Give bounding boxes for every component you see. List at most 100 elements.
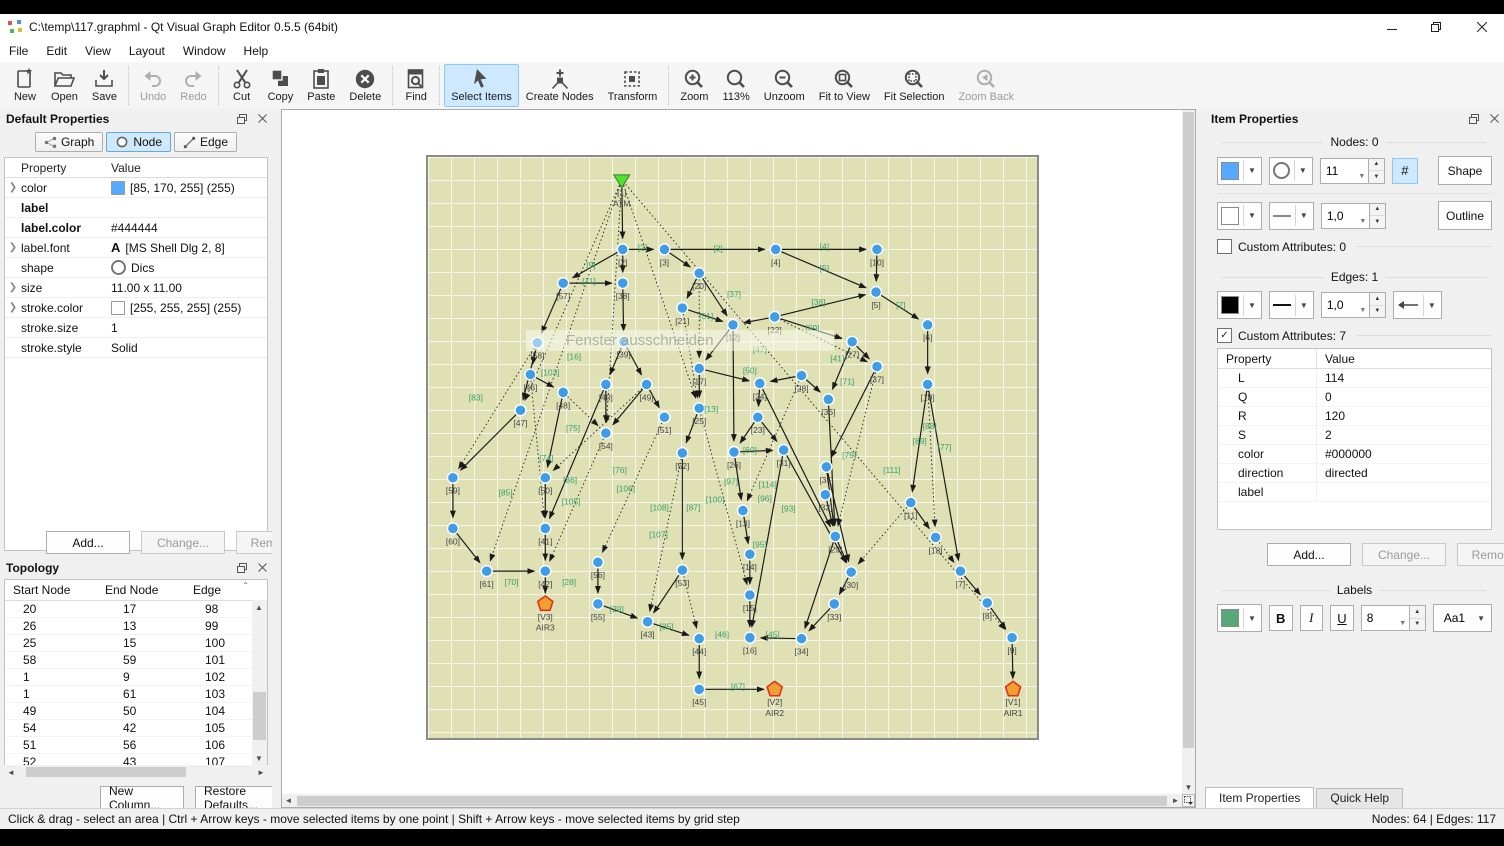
float-panel-icon[interactable] (236, 113, 248, 125)
topology-vertical-scrollbar[interactable]: ▲ ▼ (252, 600, 267, 765)
air-node-pentagon[interactable] (538, 596, 553, 610)
change-button[interactable]: Change... (141, 531, 225, 554)
graph-node[interactable] (641, 379, 652, 390)
graph-node[interactable] (830, 531, 841, 542)
edge-width-spinner[interactable]: 1,0▼ ▲▼ (1321, 292, 1386, 318)
graph-edge[interactable] (991, 608, 1006, 629)
new-column-button[interactable]: New Column... (100, 786, 184, 809)
topology-row[interactable]: 19102 (5, 669, 267, 686)
air-node-pentagon[interactable] (767, 681, 782, 695)
graph-node[interactable] (744, 590, 755, 601)
column-start-node[interactable]: Start Node (5, 583, 105, 597)
graph-edge[interactable] (858, 507, 907, 564)
copy-button[interactable]: Copy (261, 64, 301, 107)
menu-window[interactable]: Window (174, 42, 235, 60)
expand-icon[interactable]: ❯ (5, 302, 21, 313)
menu-view[interactable]: View (76, 42, 120, 60)
menu-layout[interactable]: Layout (120, 42, 174, 60)
close-panel-icon[interactable] (256, 113, 268, 125)
change-button[interactable]: Change... (1362, 543, 1446, 566)
graph-node[interactable] (744, 632, 755, 643)
graph-edge[interactable] (624, 185, 696, 397)
tab-graph[interactable]: Graph (35, 132, 103, 152)
left-splitter[interactable] (272, 109, 281, 808)
property-row[interactable]: stroke.size1 (5, 318, 267, 338)
graph-node[interactable] (617, 278, 628, 289)
custom-attributes-checkbox[interactable] (1217, 239, 1232, 254)
property-row[interactable]: shapeDics (5, 258, 267, 278)
graph-node[interactable] (737, 505, 748, 516)
graph-node[interactable] (872, 244, 883, 255)
node-outline-style-dropdown[interactable]: ▼ (1269, 202, 1314, 230)
graph-area[interactable]: [1]ATM[2][3][4][10][57][38][20][5][21][2… (426, 155, 1039, 740)
close-button[interactable] (1459, 14, 1504, 40)
attribute-row[interactable]: directiondirected (1218, 464, 1491, 483)
graph-node[interactable] (481, 566, 492, 577)
attribute-row[interactable]: color#000000 (1218, 445, 1491, 464)
node-shape-dropdown[interactable]: ▼ (1269, 157, 1313, 185)
delete-button[interactable]: Delete (342, 64, 388, 107)
topology-row[interactable]: 201798 (5, 601, 267, 618)
attribute-row[interactable]: label (1218, 483, 1491, 502)
column-end-node[interactable]: End Node (105, 583, 193, 597)
topology-row[interactable]: 5156106 (5, 737, 267, 754)
graph-node[interactable] (677, 448, 688, 459)
property-row[interactable]: label.color#444444 (5, 218, 267, 238)
graph-node[interactable] (1007, 632, 1018, 643)
node-outline-color-dropdown[interactable]: ▼ (1217, 202, 1262, 230)
graph-node[interactable] (525, 369, 536, 380)
graph-node[interactable] (659, 244, 670, 255)
label-size-spinner[interactable]: 8▼ ▲▼ (1361, 605, 1426, 631)
graph-node[interactable] (600, 379, 611, 390)
attribute-row[interactable]: R120 (1218, 407, 1491, 426)
graph-edge[interactable] (457, 533, 480, 562)
cut-button[interactable]: Cut (223, 64, 261, 107)
graph-edge[interactable] (525, 185, 620, 400)
fitview-button[interactable]: Fit to View (812, 64, 877, 107)
custom-attributes-checkbox[interactable]: ✓ (1217, 328, 1232, 343)
attribute-row[interactable]: Q0 (1218, 388, 1491, 407)
column-edge[interactable]: Edge (193, 583, 267, 597)
property-row[interactable]: ❯stroke.color[255, 255, 255] (255) (5, 298, 267, 318)
topology-horizontal-scrollbar[interactable]: ◄ ► (4, 765, 268, 779)
select-button[interactable]: Select Items (444, 64, 519, 107)
tab-quick-help[interactable]: Quick Help (1316, 788, 1403, 808)
tab-item-properties[interactable]: Item Properties (1205, 787, 1314, 808)
topology-row[interactable]: 4950104 (5, 703, 267, 720)
graph-node[interactable] (694, 403, 705, 414)
graph-node[interactable] (922, 379, 933, 390)
property-row[interactable]: ❯size11.00 x 11.00 (5, 278, 267, 298)
node-fill-color-dropdown[interactable]: ▼ (1217, 157, 1262, 185)
graph-node[interactable] (677, 302, 688, 313)
graph-node[interactable] (447, 523, 458, 534)
italic-button[interactable]: I (1300, 605, 1324, 631)
graph-node[interactable] (829, 598, 840, 609)
topology-row[interactable]: 5859101 (5, 652, 267, 669)
shape-button[interactable]: Shape (1438, 156, 1492, 185)
edge-direction-dropdown[interactable]: ▼ (1393, 291, 1442, 319)
add-button[interactable]: Add... (1267, 543, 1351, 566)
new-button[interactable]: New (6, 64, 44, 107)
graph-node[interactable] (846, 567, 857, 578)
open-button[interactable]: Open (44, 64, 85, 107)
air-node-pentagon[interactable] (1006, 681, 1021, 695)
redo-button[interactable]: Redo (173, 64, 213, 107)
property-row[interactable]: label (5, 198, 267, 218)
graph-node[interactable] (515, 405, 526, 416)
node-size-lock-button[interactable]: # (1392, 158, 1418, 184)
graph-node[interactable] (592, 557, 603, 568)
topology-row[interactable]: 261399 (5, 618, 267, 635)
graph-node[interactable] (617, 244, 628, 255)
unzoom-button[interactable]: Unzoom (757, 64, 812, 107)
minimize-button[interactable] (1369, 14, 1414, 40)
property-row[interactable]: ❯label.fontA[MS Shell Dlg 2, 8] (5, 238, 267, 258)
canvas-corner-button[interactable] (1182, 794, 1195, 807)
topology-row[interactable]: 5442105 (5, 720, 267, 737)
graph-node[interactable] (694, 268, 705, 279)
graph-node[interactable] (558, 278, 569, 289)
graph-node[interactable] (847, 336, 858, 347)
attribute-row[interactable]: L114 (1218, 369, 1491, 388)
bold-button[interactable]: B (1269, 605, 1293, 631)
menu-help[interactable]: Help (235, 42, 278, 60)
graph-node[interactable] (540, 523, 551, 534)
